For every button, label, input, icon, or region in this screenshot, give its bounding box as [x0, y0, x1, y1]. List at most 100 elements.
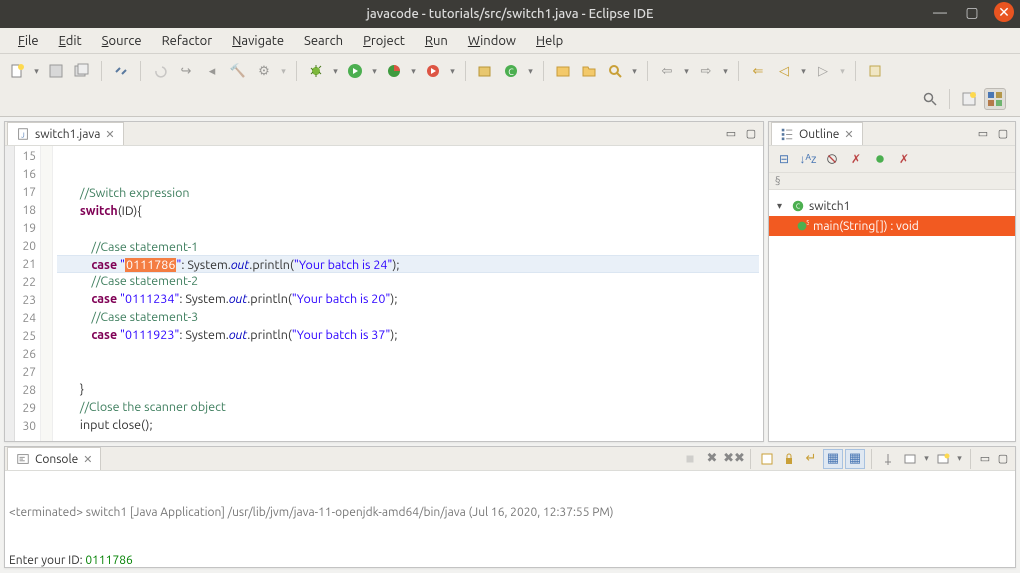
terminate-icon[interactable] [680, 449, 700, 469]
code-line[interactable] [57, 220, 759, 238]
hide-static-icon[interactable]: ✗ [847, 150, 865, 168]
open-type-icon[interactable] [552, 60, 574, 82]
code-line[interactable]: case "0111234": System.out.println("Your… [57, 290, 759, 308]
new-dropdown[interactable]: ▾ [32, 66, 41, 77]
debug-icon[interactable] [305, 60, 327, 82]
minimize-button[interactable]: — [930, 2, 950, 22]
new-class-icon[interactable]: C [500, 60, 522, 82]
console-icon [16, 452, 30, 466]
quick-access-search-icon[interactable] [919, 88, 941, 110]
console-max-icon[interactable]: ▢ [995, 451, 1011, 467]
coverage-icon[interactable] [383, 60, 405, 82]
menu-project[interactable]: Project [353, 30, 415, 52]
console-min-icon[interactable]: ▭ [977, 451, 993, 467]
code-line[interactable] [57, 166, 759, 184]
run-icon[interactable] [344, 60, 366, 82]
hide-local-icon[interactable]: ✗ [895, 150, 913, 168]
code-line[interactable]: } [57, 380, 759, 398]
console-output[interactable]: <terminated> switch1 [Java Application] … [5, 471, 1015, 567]
pin-console-icon[interactable] [878, 449, 898, 469]
sort-az-icon[interactable]: ↓ᴬz [799, 150, 817, 168]
menu-navigate[interactable]: Navigate [222, 30, 294, 52]
outline-max-icon[interactable]: ▢ [995, 126, 1011, 142]
java-perspective-icon[interactable] [984, 88, 1006, 110]
code-line[interactable]: //Case statement-3 [57, 308, 759, 326]
new-pkg-icon[interactable] [474, 60, 496, 82]
editor-tab-switch1[interactable]: J switch1.java ✕ [7, 122, 124, 145]
open-perspective-icon[interactable] [958, 88, 980, 110]
menu-source[interactable]: Source [92, 30, 152, 52]
code-line[interactable]: switch(ID){ [57, 202, 759, 220]
method-public-static-icon: S [795, 219, 809, 233]
console-tab[interactable]: Console ✕ [7, 447, 101, 470]
code-line[interactable]: input close(); [57, 416, 759, 434]
display-console-icon[interactable] [900, 449, 920, 469]
menu-search[interactable]: Search [294, 30, 353, 52]
console-title: Console [35, 453, 78, 466]
menu-run[interactable]: Run [415, 30, 458, 52]
outline-min-icon[interactable]: ▭ [975, 126, 991, 142]
maximize-button[interactable]: ▢ [962, 2, 982, 22]
cfg-icon[interactable]: ⚙ [253, 60, 275, 82]
open-folder-icon[interactable] [578, 60, 600, 82]
svg-text:C: C [508, 67, 514, 77]
code-line[interactable]: //Close the scanner object [57, 398, 759, 416]
tree-item-method-main[interactable]: S main(String[]) : void [769, 216, 1015, 236]
back-history-icon[interactable]: ◁ [773, 60, 795, 82]
clear-console-icon[interactable] [757, 449, 777, 469]
tree-item-class[interactable]: ▾ C switch1 [773, 196, 1011, 216]
expand-icon[interactable]: ▾ [777, 200, 787, 212]
save-icon[interactable] [45, 60, 67, 82]
search-icon[interactable] [604, 60, 626, 82]
window-title: javacode - tutorials/src/switch1.java - … [366, 7, 653, 21]
outline-tab[interactable]: Outline ✕ [771, 122, 863, 145]
code-line[interactable] [57, 362, 759, 380]
remove-all-icon[interactable]: ✖✖ [724, 449, 744, 469]
code-editor[interactable]: 15161718192021222324252627282930 //Switc… [5, 146, 763, 441]
scroll-lock-icon[interactable] [779, 449, 799, 469]
close-button[interactable]: ✕ [994, 2, 1014, 22]
undo-icon[interactable] [149, 60, 171, 82]
code-line[interactable]: case "0111786": System.out.println("Your… [57, 255, 759, 273]
console-line: Enter your ID: 0111786 [9, 553, 1011, 567]
word-wrap-icon[interactable]: ↵ [801, 449, 821, 469]
code-line[interactable] [57, 148, 759, 166]
code-line[interactable]: //Case statement-1 [57, 238, 759, 256]
menu-edit[interactable]: Edit [49, 30, 92, 52]
link-icon[interactable] [110, 60, 132, 82]
outline-tree[interactable]: ▾ C switch1 S main(String[]) : void [769, 190, 1015, 242]
prev-annotation-icon[interactable]: ⇦ [656, 60, 678, 82]
code-line[interactable]: //Switch expression [57, 184, 759, 202]
outline-icon [780, 127, 794, 141]
prev-edit-icon[interactable]: ⇐ [747, 60, 769, 82]
code-line[interactable] [57, 344, 759, 362]
menu-refactor[interactable]: Refactor [152, 30, 223, 52]
focus-icon[interactable]: ⊟ [775, 150, 793, 168]
close-console-icon[interactable]: ✕ [83, 453, 92, 466]
show-stdout-icon[interactable]: ▦ [823, 449, 843, 469]
code-line[interactable]: //Case statement-2 [57, 272, 759, 290]
code-line[interactable]: case "0111923": System.out.println("Your… [57, 326, 759, 344]
run-last-icon[interactable] [422, 60, 444, 82]
hide-fields-icon[interactable] [823, 150, 841, 168]
maximize-view-icon[interactable]: ▢ [743, 126, 759, 142]
close-tab-icon[interactable]: ✕ [105, 128, 114, 141]
menu-file[interactable]: File [8, 30, 49, 52]
menu-window[interactable]: Window [458, 30, 526, 52]
build-icon[interactable]: 🔨 [227, 60, 249, 82]
hide-nonpublic-icon[interactable] [871, 150, 889, 168]
menubar: FileEditSourceRefactorNavigateSearchProj… [0, 28, 1020, 54]
show-stderr-icon[interactable]: ▦ [845, 449, 865, 469]
remove-launch-icon[interactable]: ✖ [702, 449, 722, 469]
menu-help[interactable]: Help [526, 30, 573, 52]
redo-icon[interactable]: ↪ [175, 60, 197, 82]
pin-icon[interactable] [864, 60, 886, 82]
open-console-icon[interactable] [933, 449, 953, 469]
new-icon[interactable] [6, 60, 28, 82]
close-outline-icon[interactable]: ✕ [844, 128, 853, 141]
back-icon[interactable]: ◂ [201, 60, 223, 82]
fwd-history-icon[interactable]: ▷ [812, 60, 834, 82]
minimize-view-icon[interactable]: ▭ [723, 126, 739, 142]
next-annotation-icon[interactable]: ⇨ [695, 60, 717, 82]
save-all-icon[interactable] [71, 60, 93, 82]
